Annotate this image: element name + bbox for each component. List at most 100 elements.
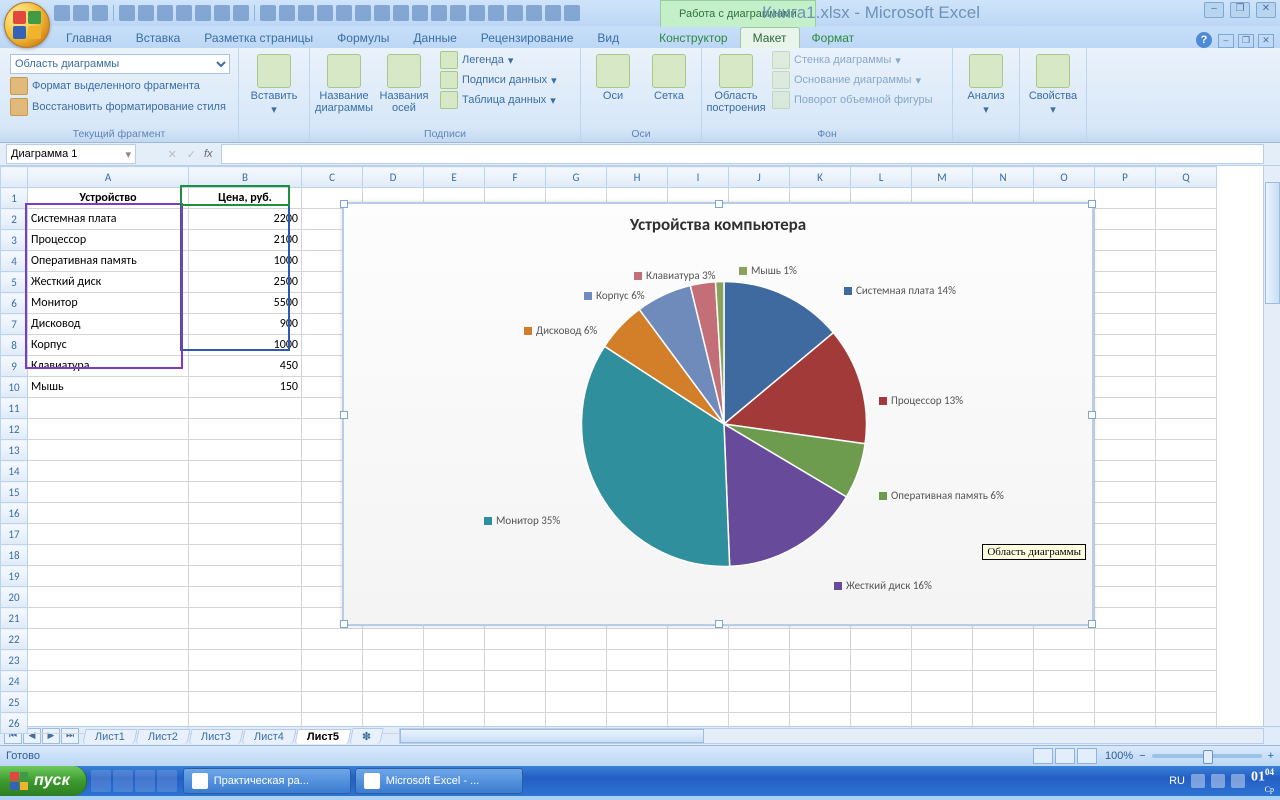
maximize-button[interactable]: ❐ — [1230, 2, 1250, 18]
help-icon[interactable]: ? — [1196, 32, 1212, 48]
workbook-close-button[interactable]: ✕ — [1258, 34, 1274, 48]
qat-icon[interactable] — [317, 5, 333, 21]
resize-handle[interactable] — [715, 620, 723, 628]
minimize-button[interactable]: – — [1204, 2, 1224, 18]
taskbar-button[interactable]: Microsoft Excel - ... — [355, 768, 523, 794]
qat-icon[interactable] — [393, 5, 409, 21]
scrollbar-thumb[interactable] — [400, 729, 704, 743]
qat-icon[interactable] — [176, 5, 192, 21]
ribbon-tab[interactable]: Вставка — [124, 28, 193, 48]
plot-area-button[interactable]: Область построения — [708, 50, 764, 114]
sheet-tab[interactable]: Лист1 — [82, 729, 137, 744]
qat-icon[interactable] — [469, 5, 485, 21]
taskbar-button[interactable]: Практическая ра... — [183, 768, 351, 794]
ribbon-tab[interactable]: Данные — [401, 28, 468, 48]
qat-icon[interactable] — [298, 5, 314, 21]
chart-title[interactable]: Устройства компьютера — [344, 214, 1092, 235]
zoom-out-button[interactable]: − — [1139, 750, 1145, 762]
tray-icon[interactable] — [1211, 774, 1225, 788]
close-button[interactable]: ✕ — [1256, 2, 1276, 18]
qat-icon[interactable] — [336, 5, 352, 21]
chart-object[interactable]: Устройства компьютера Системная плата 14… — [342, 202, 1094, 626]
ribbon-tab-context-active[interactable]: Макет — [740, 27, 800, 48]
name-box[interactable]: Диаграмма 1▾ — [6, 144, 136, 164]
fx-icon[interactable]: fx — [204, 148, 213, 160]
ribbon-tab[interactable]: Главная — [54, 28, 124, 48]
quick-launch-icon[interactable] — [91, 770, 111, 792]
quick-launch-icon[interactable] — [135, 770, 155, 792]
qat-icon[interactable] — [374, 5, 390, 21]
resize-handle[interactable] — [340, 411, 348, 419]
ribbon-tab[interactable]: Вид — [585, 28, 631, 48]
insert-button[interactable]: Вставить▾ — [246, 50, 302, 116]
pie-chart[interactable] — [574, 274, 874, 574]
qat-icon[interactable] — [233, 5, 249, 21]
qat-icon[interactable] — [260, 5, 276, 21]
analysis-button[interactable]: Анализ▾ — [959, 50, 1013, 116]
qat-icon[interactable] — [279, 5, 295, 21]
sheet-tab[interactable]: Лист5 — [295, 729, 352, 744]
sheet-tab[interactable]: Лист4 — [241, 729, 296, 744]
language-indicator[interactable]: RU — [1169, 775, 1185, 787]
workbook-minimize-button[interactable]: – — [1218, 34, 1234, 48]
ribbon-tab[interactable]: Разметка страницы — [192, 28, 325, 48]
qat-icon[interactable] — [488, 5, 504, 21]
quick-launch-icon[interactable] — [113, 770, 133, 792]
chart-title-button[interactable]: Название диаграммы — [316, 50, 372, 114]
office-button[interactable] — [4, 2, 50, 48]
axis-titles-button[interactable]: Названия осей — [376, 50, 432, 114]
start-button[interactable]: пуск — [0, 766, 87, 796]
horizontal-scrollbar[interactable] — [399, 728, 1264, 744]
data-table-button[interactable]: Таблица данных ▾ — [436, 90, 561, 110]
resize-handle[interactable] — [1088, 620, 1096, 628]
qat-redo-icon[interactable] — [92, 5, 108, 21]
qat-dropdown-icon[interactable] — [564, 5, 580, 21]
qat-icon[interactable] — [545, 5, 561, 21]
qat-icon[interactable] — [526, 5, 542, 21]
qat-icon[interactable] — [119, 5, 135, 21]
clock[interactable]: 0104Ср — [1251, 766, 1274, 796]
sheet-tab[interactable]: Лист3 — [188, 729, 243, 744]
resize-handle[interactable] — [1088, 411, 1096, 419]
qat-icon[interactable] — [138, 5, 154, 21]
data-labels-button[interactable]: Подписи данных ▾ — [436, 70, 561, 90]
tray-icon[interactable] — [1231, 774, 1245, 788]
qat-icon[interactable] — [157, 5, 173, 21]
qat-icon[interactable] — [355, 5, 371, 21]
vertical-scrollbar[interactable] — [1263, 166, 1280, 726]
reset-style-button[interactable]: Восстановить форматирование стиля — [10, 98, 230, 116]
qat-icon[interactable] — [450, 5, 466, 21]
qat-icon[interactable] — [214, 5, 230, 21]
resize-handle[interactable] — [715, 200, 723, 208]
worksheet[interactable]: ABCDEFGHIJKLMNOPQ1УстройствоЦена, руб.2С… — [0, 166, 1280, 726]
qat-undo-icon[interactable] — [73, 5, 89, 21]
resize-handle[interactable] — [340, 620, 348, 628]
workbook-restore-button[interactable]: ❐ — [1238, 34, 1254, 48]
legend-button[interactable]: Легенда ▾ — [436, 50, 561, 70]
tray-icon[interactable] — [1191, 774, 1205, 788]
chart-element-selector[interactable]: Область диаграммы — [10, 54, 230, 74]
resize-handle[interactable] — [1088, 200, 1096, 208]
ribbon-tab[interactable]: Рецензирование — [469, 28, 586, 48]
sheet-tab[interactable]: Лист2 — [135, 729, 190, 744]
scrollbar-thumb[interactable] — [1265, 182, 1280, 304]
formula-input[interactable] — [221, 144, 1264, 164]
new-sheet-button[interactable]: ✽ — [350, 728, 385, 744]
format-selection-button[interactable]: Формат выделенного фрагмента — [10, 77, 230, 95]
ribbon-tab[interactable]: Формулы — [325, 28, 401, 48]
zoom-in-button[interactable]: + — [1268, 750, 1274, 762]
qat-icon[interactable] — [507, 5, 523, 21]
qat-icon[interactable] — [431, 5, 447, 21]
zoom-control[interactable]: 100% − + — [1105, 750, 1274, 762]
gridlines-button[interactable]: Сетка — [643, 50, 695, 102]
view-normal-button[interactable] — [1033, 748, 1053, 764]
qat-icon[interactable] — [195, 5, 211, 21]
ribbon-tab-context[interactable]: Формат — [800, 28, 867, 48]
resize-handle[interactable] — [340, 200, 348, 208]
qat-icon[interactable] — [412, 5, 428, 21]
qat-save-icon[interactable] — [54, 5, 70, 21]
view-pagebreak-button[interactable] — [1077, 748, 1097, 764]
ribbon-tab-context[interactable]: Конструктор — [647, 28, 739, 48]
properties-button[interactable]: Свойства▾ — [1026, 50, 1080, 116]
zoom-slider[interactable] — [1152, 754, 1262, 758]
